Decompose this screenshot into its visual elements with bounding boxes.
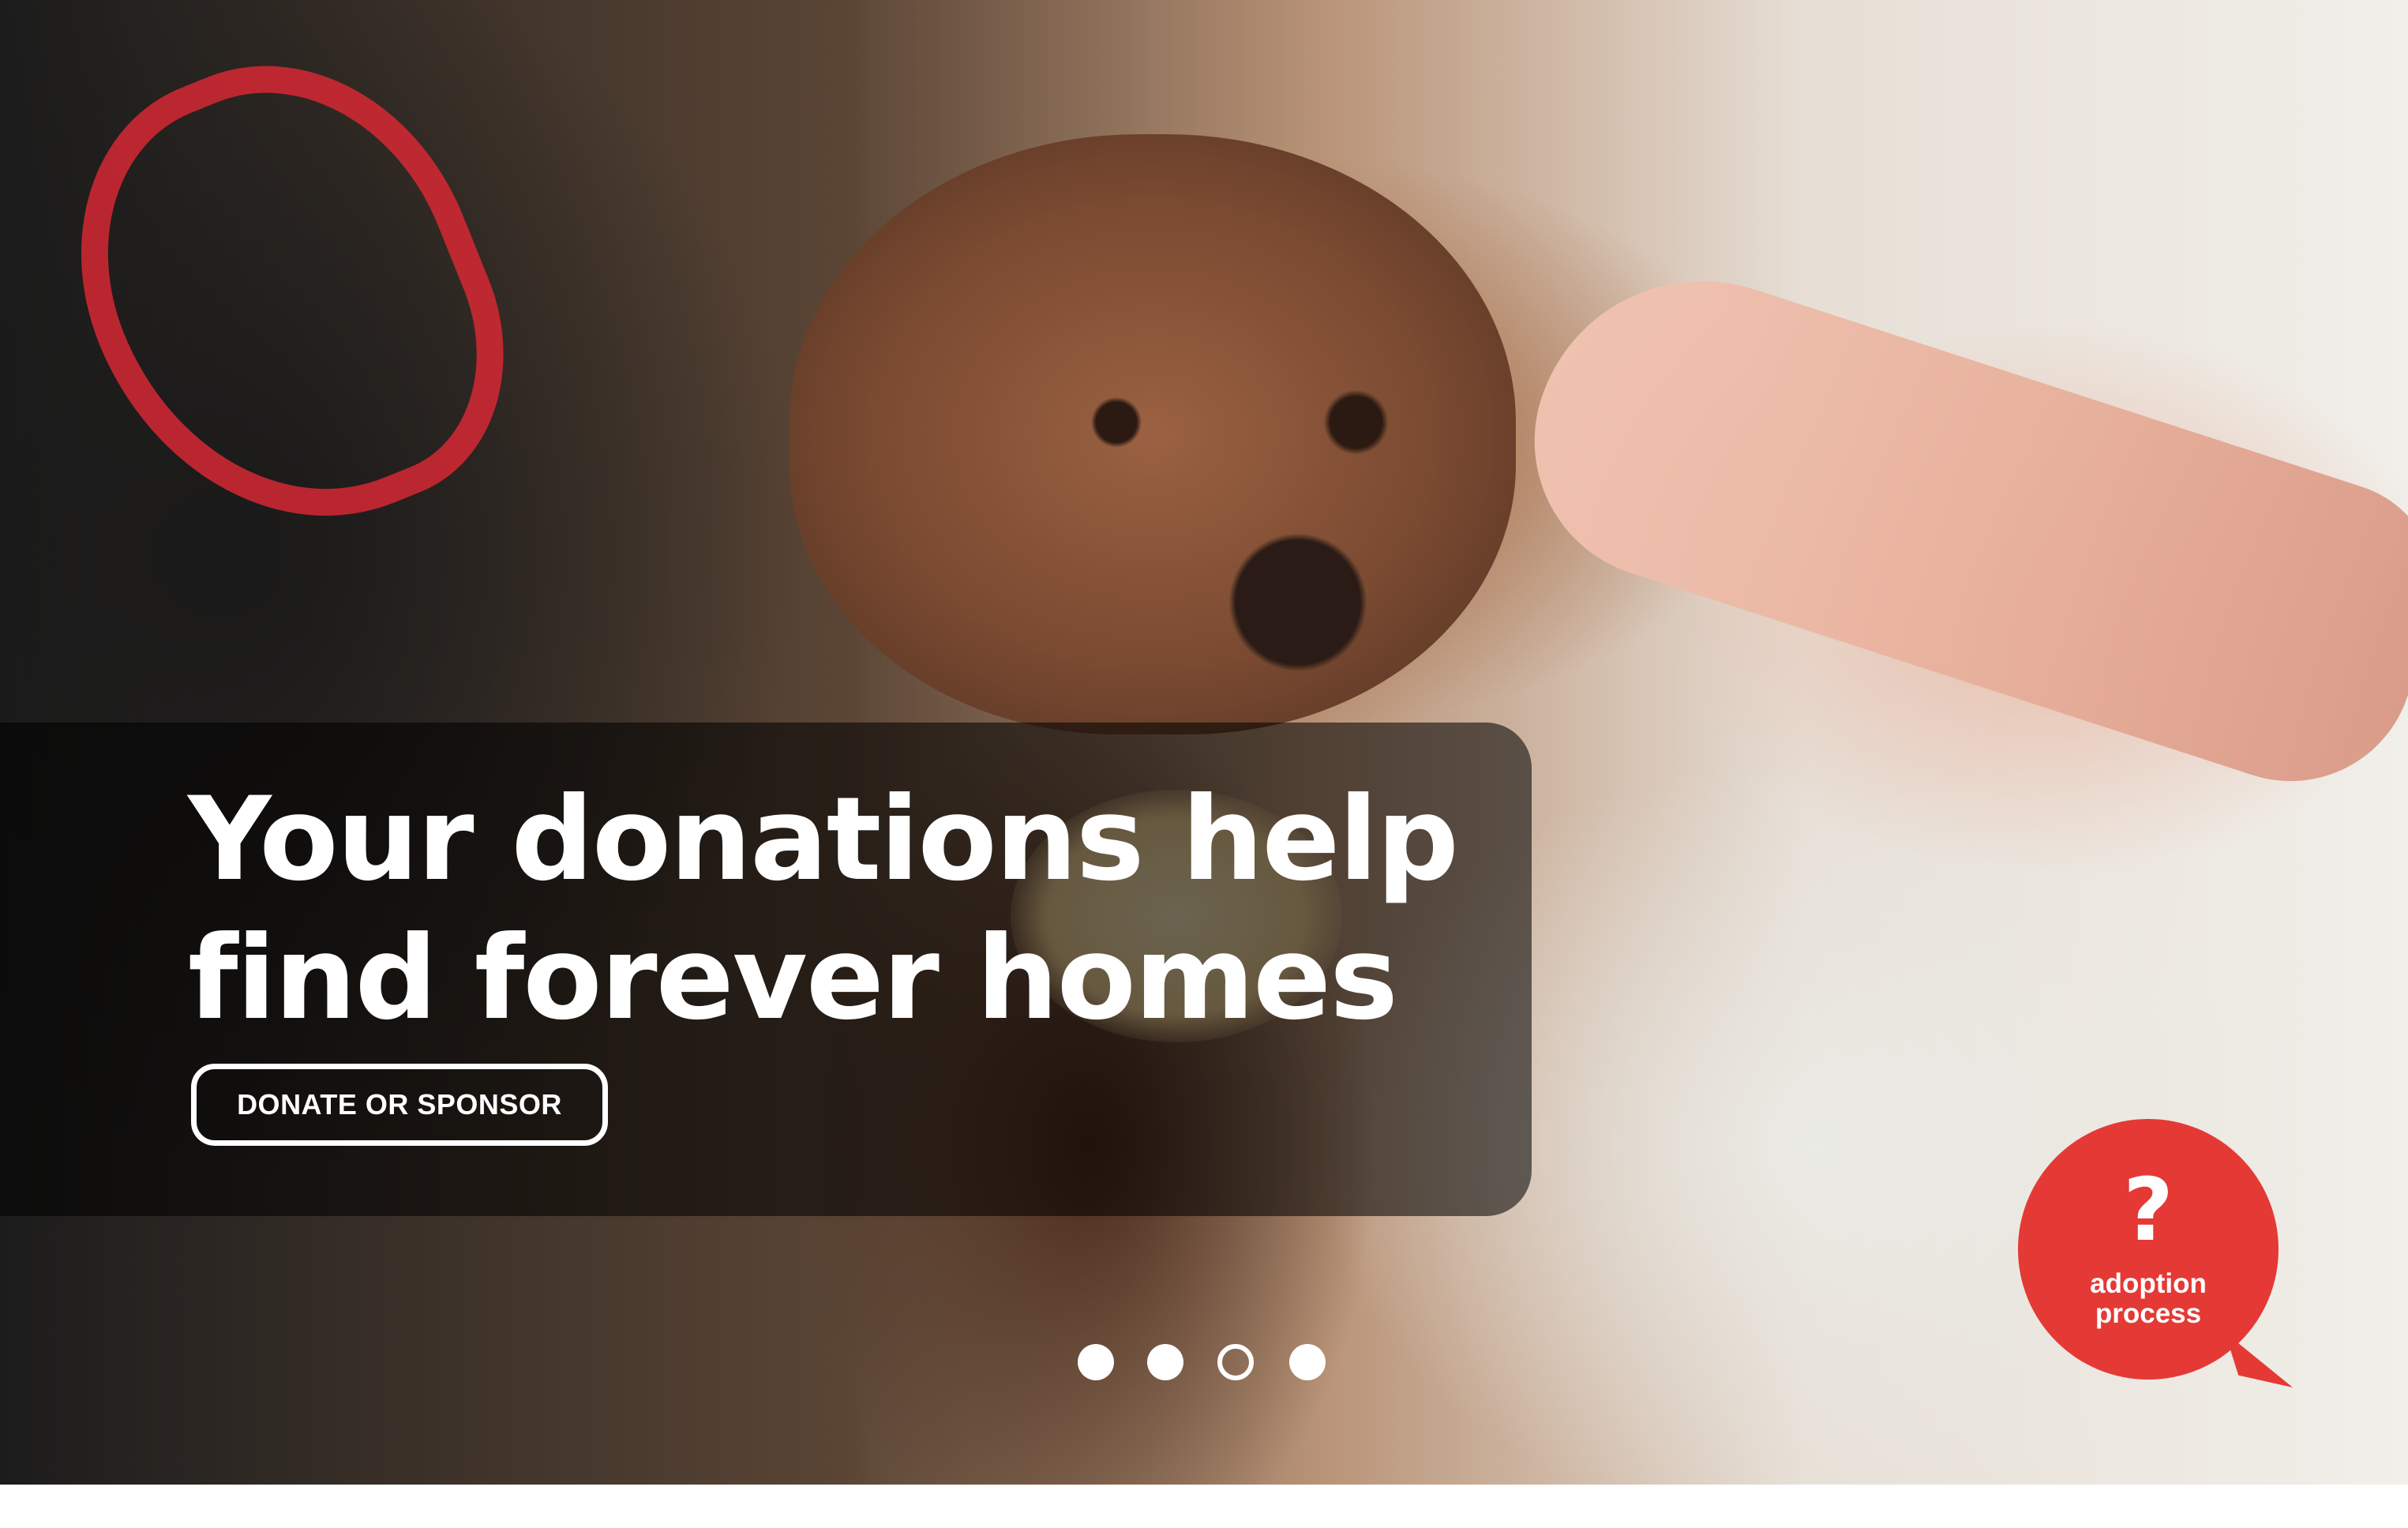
red-ribbon-decoration — [21, 8, 553, 583]
carousel-dot-1[interactable] — [1078, 1344, 1114, 1380]
adoption-process-badge[interactable]: ? adoption process — [2018, 1119, 2279, 1380]
hero-headline: Your donations help find forever homes — [188, 770, 1491, 1048]
carousel-pagination — [1078, 1344, 1330, 1382]
adoption-process-label: adoption process — [2018, 1269, 2279, 1329]
carousel-dot-2[interactable] — [1147, 1344, 1183, 1380]
donate-or-sponsor-button[interactable]: DONATE OR SPONSOR — [191, 1064, 608, 1146]
hand-photo — [1498, 237, 2408, 813]
carousel-dot-3[interactable] — [1217, 1344, 1254, 1380]
hero-headline-line-1: Your donations help — [188, 772, 1459, 907]
dog-photo — [790, 134, 1516, 734]
hero-headline-line-2: find forever homes — [188, 911, 1398, 1046]
page: Your donations help find forever homes D… — [0, 0, 2408, 1528]
adoption-label-line-1: adoption — [2090, 1268, 2207, 1299]
adoption-label-line-2: process — [2095, 1298, 2202, 1329]
question-mark-icon: ? — [2123, 1159, 2174, 1260]
carousel-dot-4[interactable] — [1289, 1344, 1326, 1380]
